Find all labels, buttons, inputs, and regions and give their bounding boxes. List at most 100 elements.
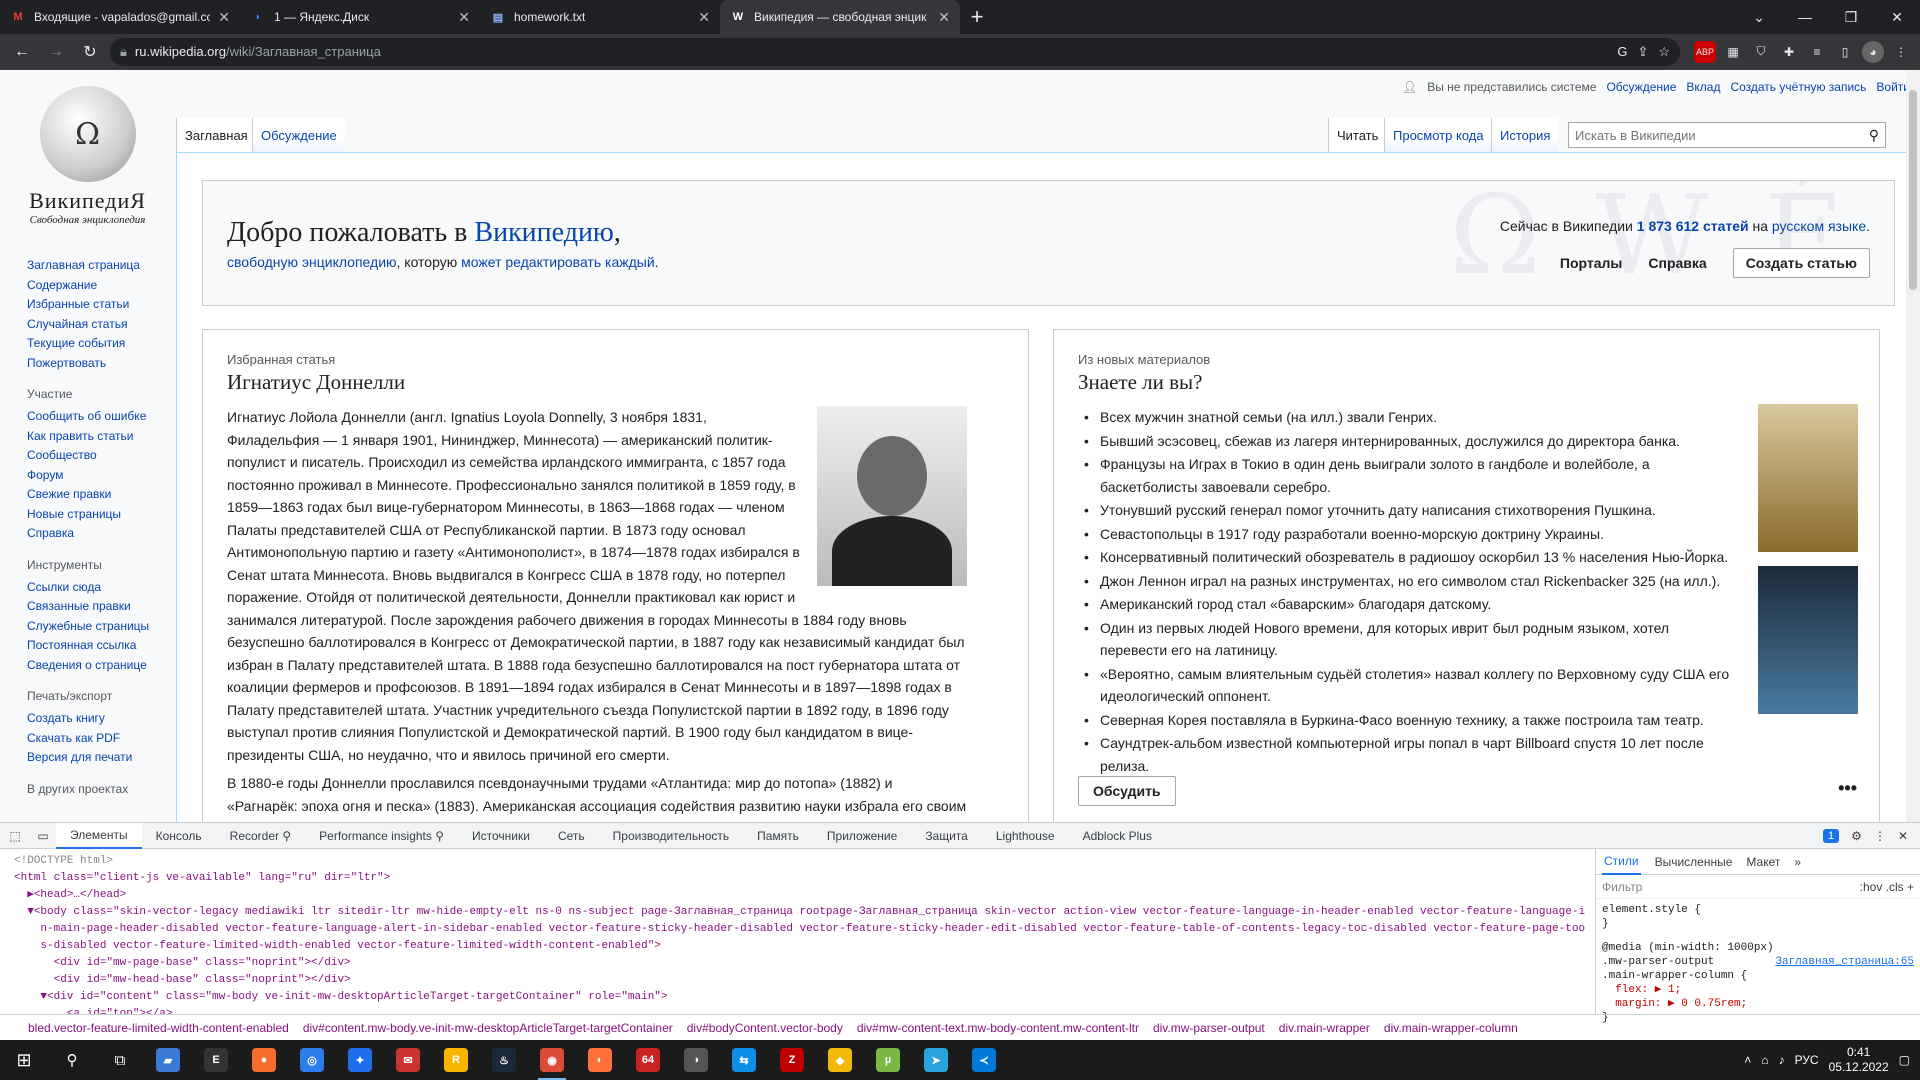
tab-talk[interactable]: Обсуждение xyxy=(252,118,345,152)
sidebar-item[interactable]: Как править статьи xyxy=(27,427,167,447)
devtools-menu-icon[interactable]: ⋮ xyxy=(1874,829,1886,843)
tab-close-icon[interactable]: ✕ xyxy=(938,9,950,26)
devtools-tab[interactable]: Память xyxy=(743,823,813,849)
search-input[interactable]: Искать в Википедии ⚲ xyxy=(1568,122,1886,148)
settings-gear-icon[interactable]: ⚙ xyxy=(1851,829,1862,843)
tray-volume-icon[interactable]: ♪ xyxy=(1779,1053,1785,1067)
sidebar-item[interactable]: Текущие события xyxy=(27,334,167,354)
sidebar-item[interactable]: Сообщество xyxy=(27,446,167,466)
close-devtools-icon[interactable]: ✕ xyxy=(1898,829,1908,843)
reading-list-icon[interactable]: ≡ xyxy=(1806,41,1828,63)
menu-kebab-icon[interactable]: ⋮ xyxy=(1890,41,1912,63)
clock[interactable]: 0:41 05.12.2022 xyxy=(1829,1045,1889,1075)
tray-language[interactable]: РУС xyxy=(1795,1053,1819,1067)
taskbar-app[interactable]: ◑ xyxy=(672,1040,720,1080)
devtools-tab[interactable]: Lighthouse xyxy=(982,823,1069,849)
sidebar-item[interactable]: Форум xyxy=(27,466,167,486)
back-icon[interactable]: ← xyxy=(8,38,36,66)
wikipedia-logo[interactable]: Ω ВикипедиЯ Свободная энциклопедия xyxy=(20,86,155,226)
taskbar-app[interactable]: ✦ xyxy=(336,1040,384,1080)
personal-link-contrib[interactable]: Вклад xyxy=(1686,80,1720,94)
help-link[interactable]: Справка xyxy=(1648,255,1706,271)
styles-filter-input[interactable]: Фильтр :hov .cls + xyxy=(1596,875,1920,899)
personal-link-login[interactable]: Войти xyxy=(1876,80,1910,94)
sidebar-item[interactable]: Избранные статьи xyxy=(27,295,167,315)
sidebar-item[interactable]: Ссылки сюда xyxy=(27,578,167,598)
shield-icon[interactable]: ⛉ xyxy=(1750,41,1772,63)
sidebar-item[interactable]: Свежие правки xyxy=(27,485,167,505)
devtools-tab[interactable]: Элементы xyxy=(56,822,142,849)
sidebar-item[interactable]: Новые страницы xyxy=(27,505,167,525)
taskbar-app[interactable]: ⇆ xyxy=(720,1040,768,1080)
article-count-link[interactable]: 1 873 612 статей xyxy=(1637,218,1749,234)
extensions-puzzle-icon[interactable]: ✚ xyxy=(1778,41,1800,63)
inspect-element-icon[interactable]: ⬚ xyxy=(0,829,30,843)
windows-start-icon[interactable]: ⊞ xyxy=(0,1040,48,1080)
tab-history[interactable]: История xyxy=(1491,118,1559,152)
adblock-plus-icon[interactable]: ABP xyxy=(1694,40,1716,63)
portals-link[interactable]: Порталы xyxy=(1560,255,1622,271)
dom-line[interactable]: ▼<body class="skin-vector-legacy mediawi… xyxy=(14,904,1585,921)
minimize-icon[interactable]: — xyxy=(1782,0,1828,34)
dom-line[interactable]: <div id="mw-page-base" class="noprint"><… xyxy=(14,955,1585,972)
create-article-button[interactable]: Создать статью xyxy=(1732,248,1870,278)
devtools-tab[interactable]: Защита xyxy=(911,823,982,849)
sidebar-item[interactable]: Пожертвовать xyxy=(27,354,167,374)
dom-line[interactable]: <html class="client-js ve-available" lan… xyxy=(14,870,1585,887)
sidebar-item[interactable]: Постоянная ссылка xyxy=(27,636,167,656)
issues-badge[interactable]: 1 xyxy=(1823,828,1840,843)
taskbar-app[interactable]: ● xyxy=(240,1040,288,1080)
dom-line[interactable]: ▼<div id="content" class="mw-body ve-ini… xyxy=(14,989,1585,1006)
css-rules[interactable]: element.style {} @media (min-width: 1000p… xyxy=(1596,899,1920,1029)
browser-tab[interactable]: ▤ homework.txt ✕ xyxy=(480,0,720,34)
breadcrumb-item[interactable]: div.main-wrapper-column xyxy=(1384,1021,1518,1035)
personal-link-create-account[interactable]: Создать учётную запись xyxy=(1730,80,1866,94)
taskbar-app[interactable]: ◎ xyxy=(288,1040,336,1080)
browser-tab[interactable]: ◗ 1 — Яндекс.Диск ✕ xyxy=(240,0,480,34)
sidebar-item[interactable]: Скачать как PDF xyxy=(27,729,167,749)
search-icon[interactable]: ⚲ xyxy=(1869,127,1879,144)
taskbar-app[interactable]: ♨ xyxy=(480,1040,528,1080)
nav-other-projects-heading[interactable]: В других проектах xyxy=(27,782,167,796)
sidebar-item[interactable]: Версия для печати xyxy=(27,748,167,768)
rule-source-link[interactable]: Заглавная_страница:65 xyxy=(1775,955,1914,969)
sidebar-item[interactable]: Случайная статья xyxy=(27,315,167,335)
notifications-icon[interactable]: ▢ xyxy=(1899,1053,1910,1067)
sidebar-item[interactable]: Заглавная страница xyxy=(27,256,167,276)
sidebar-item[interactable]: Сведения о странице xyxy=(27,656,167,676)
device-toolbar-icon[interactable]: ▭ xyxy=(30,829,56,843)
breadcrumb-item[interactable]: div#mw-content-text.mw-body-content.mw-c… xyxy=(857,1021,1139,1035)
taskbar-app[interactable]: ◉ xyxy=(528,1040,576,1080)
devtools-tab[interactable]: Консоль xyxy=(142,823,216,849)
close-window-icon[interactable]: ✕ xyxy=(1874,0,1920,34)
tab-close-icon[interactable]: ✕ xyxy=(698,9,710,26)
page-scrollbar-thumb[interactable] xyxy=(1909,90,1917,290)
styles-filter-tools[interactable]: :hov .cls + xyxy=(1860,880,1914,894)
layout-tab[interactable]: Макет xyxy=(1746,855,1780,869)
guitar-image[interactable] xyxy=(1758,566,1858,714)
taskbar-app[interactable]: ➤ xyxy=(912,1040,960,1080)
sidebar-item[interactable]: Сообщить об ошибке xyxy=(27,407,167,427)
devtools-tab[interactable]: Сеть xyxy=(544,823,599,849)
dom-line[interactable]: n-main-page-header-disabled vector-featu… xyxy=(14,921,1585,938)
dom-line[interactable]: s-disabled vector-feature-limited-width-… xyxy=(14,938,1585,955)
sidebar-item[interactable]: Служебные страницы xyxy=(27,617,167,637)
tab-search-icon[interactable]: ⌄ xyxy=(1736,0,1782,34)
devtools-tab[interactable]: Recorder ⚲ xyxy=(216,823,305,849)
styles-tab[interactable]: Стили xyxy=(1602,849,1641,875)
computed-tab[interactable]: Вычисленные xyxy=(1655,855,1733,869)
devtools-tab[interactable]: Performance insights ⚲ xyxy=(305,823,458,849)
anyone-can-edit-link[interactable]: может редактировать каждый xyxy=(461,254,655,270)
google-lens-icon[interactable]: G xyxy=(1617,44,1627,60)
browser-tab[interactable]: W Википедия — свободная энцик ✕ xyxy=(720,0,960,34)
forward-icon[interactable]: → xyxy=(42,38,70,66)
tray-chevron-icon[interactable]: ˄ xyxy=(1744,1053,1751,1067)
breadcrumb-item[interactable]: div#bodyContent.vector-body xyxy=(687,1021,843,1035)
taskbar-app[interactable]: ◆ xyxy=(816,1040,864,1080)
breadcrumb-item[interactable]: div.main-wrapper xyxy=(1279,1021,1370,1035)
tray-network-icon[interactable]: ⌂ xyxy=(1761,1053,1768,1067)
profile-avatar-icon[interactable]: ◕ xyxy=(1862,40,1884,63)
sidebar-item[interactable]: Связанные правки xyxy=(27,597,167,617)
taskbar-app[interactable]: ◐ xyxy=(576,1040,624,1080)
featured-portrait-image[interactable] xyxy=(817,406,967,586)
